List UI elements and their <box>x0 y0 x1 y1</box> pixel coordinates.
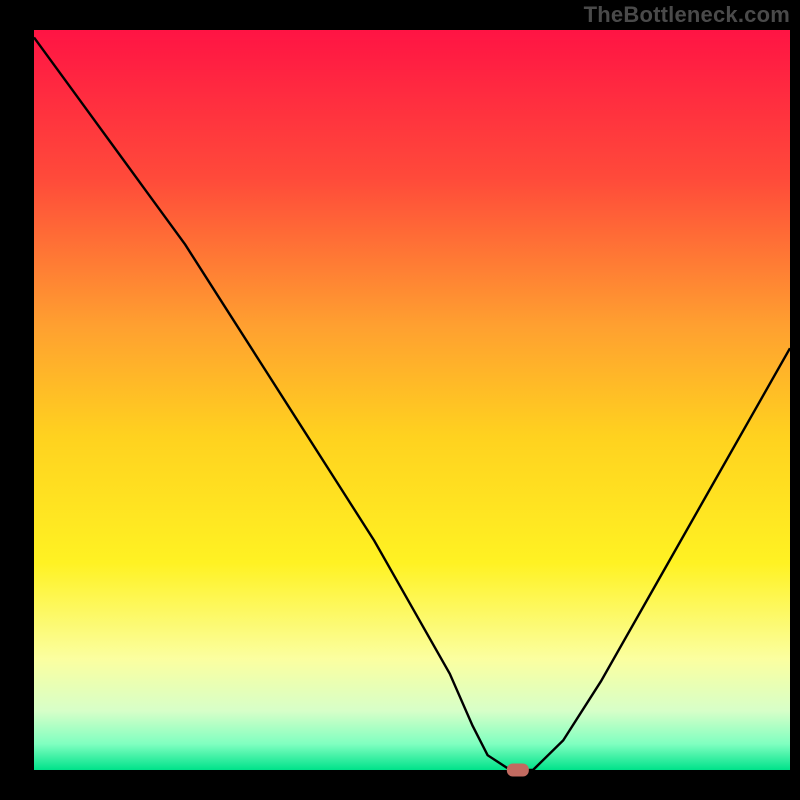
plot-background <box>34 30 790 770</box>
bottleneck-chart: TheBottleneck.com <box>0 0 800 800</box>
chart-svg <box>0 0 800 800</box>
optimal-point-marker <box>507 764 529 777</box>
watermark-text: TheBottleneck.com <box>584 2 790 28</box>
